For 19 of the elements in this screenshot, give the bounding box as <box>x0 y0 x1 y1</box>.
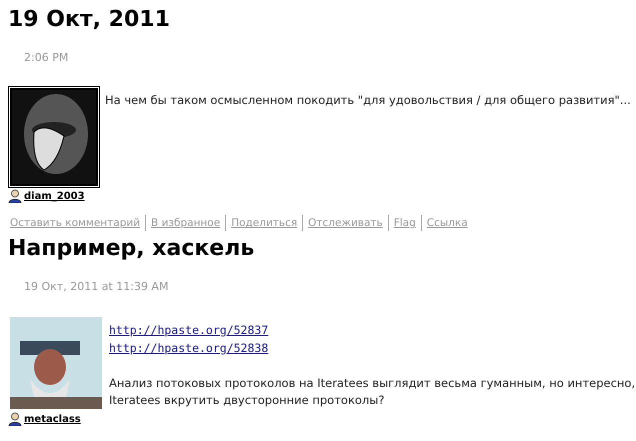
user-icon <box>8 412 22 426</box>
url-link[interactable]: http://hpaste.org/52838 <box>109 339 636 357</box>
action-link[interactable]: Ссылка <box>420 215 473 231</box>
action-link[interactable]: Отслеживать <box>302 215 388 231</box>
post-title: 19 Окт, 2011 <box>8 6 171 34</box>
post-time: 19 Окт, 2011 at 11:39 AM <box>24 280 170 293</box>
post-title: Например, хаскель <box>8 235 256 263</box>
post-text: Анализ потоковых протоколов на Iteratees выглядит весьма гуманным, но интересно, <box>109 375 636 392</box>
action-link[interactable]: Поделиться <box>225 215 302 231</box>
action-link[interactable]: Flag <box>388 215 421 231</box>
action-link[interactable]: Оставить комментарий <box>10 215 146 231</box>
post-text: Iteratees вкрутить двусторонние протоколы? <box>109 392 386 409</box>
user-icon <box>8 189 22 203</box>
author-link[interactable]: metaclass <box>8 412 102 426</box>
author-link[interactable]: diam_2003 <box>8 189 98 203</box>
url-link[interactable]: http://hpaste.org/52837 <box>109 321 636 339</box>
post-time: 2:06 PM <box>24 51 70 64</box>
action-link[interactable]: В избранное <box>145 215 226 231</box>
post-text: На чем бы таком осмысленном покодить "для удовольствия / для общего развития"... <box>105 92 631 109</box>
